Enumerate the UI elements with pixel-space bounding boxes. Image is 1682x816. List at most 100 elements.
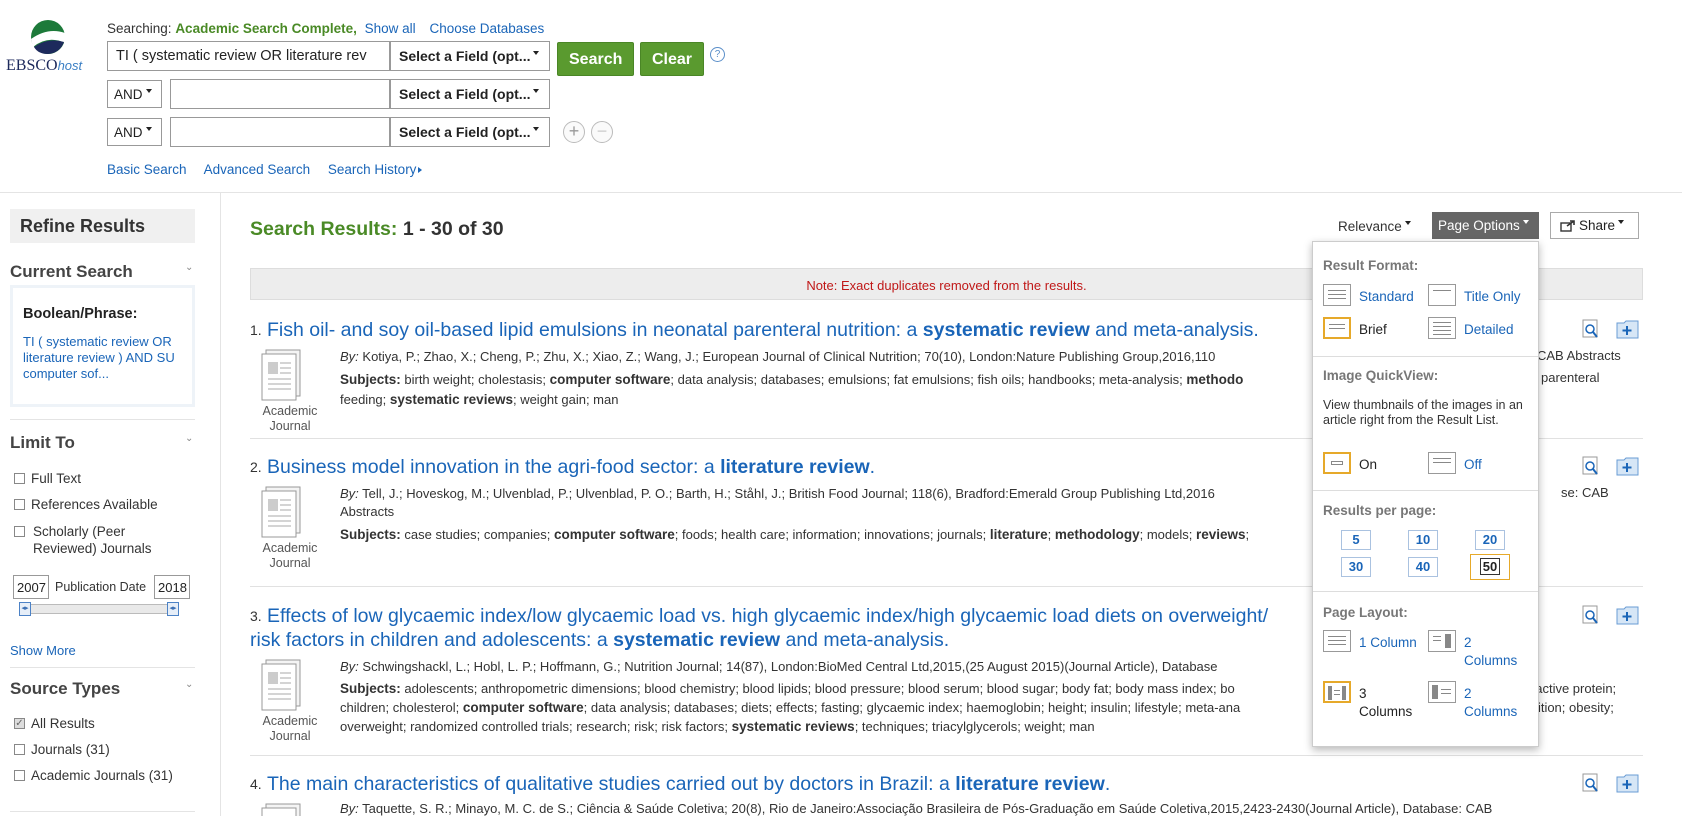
doc-type-label: Academic Journal xyxy=(262,404,318,433)
search-input-1[interactable]: TI ( systematic review OR literature rev xyxy=(107,41,390,71)
divider xyxy=(1313,490,1538,491)
ebscohost-logo[interactable]: EBSCOhost xyxy=(6,19,96,79)
format-brief[interactable]: Brief xyxy=(1359,321,1387,339)
current-search-box: Boolean/Phrase: TI ( systematic review O… xyxy=(10,285,195,407)
boolean-phrase-label: Boolean/Phrase: xyxy=(23,306,138,322)
preview-icon[interactable] xyxy=(1580,772,1602,794)
two-column-layout-b-icon[interactable] xyxy=(1428,681,1456,703)
quickview-on-icon[interactable] xyxy=(1323,452,1351,474)
advanced-search-link[interactable]: Advanced Search xyxy=(204,162,311,177)
choose-databases-link[interactable]: Choose Databases xyxy=(429,21,544,36)
document-icon[interactable] xyxy=(260,658,304,712)
journals-checkbox[interactable]: Journals (31) xyxy=(14,742,110,757)
quickview-off[interactable]: Off xyxy=(1464,456,1482,474)
add-row-icon[interactable]: + xyxy=(563,121,585,143)
basic-search-link[interactable]: Basic Search xyxy=(107,162,187,177)
layout-2-columns-b[interactable]: 2 Columns xyxy=(1464,685,1524,721)
date-slider[interactable]: ◂▸ ◂▸ xyxy=(19,602,179,616)
divider xyxy=(10,667,195,668)
standard-format-icon[interactable] xyxy=(1323,284,1351,306)
result-title-link[interactable]: The main characteristics of qualitative … xyxy=(267,772,1567,796)
byline-tail: se: CAB xyxy=(1561,485,1609,500)
rpp-50[interactable]: 50 xyxy=(1470,554,1510,580)
title-only-format-icon[interactable] xyxy=(1428,284,1456,306)
format-standard[interactable]: Standard xyxy=(1359,288,1414,306)
show-more-link[interactable]: Show More xyxy=(10,643,76,658)
rpp-30[interactable]: 30 xyxy=(1341,557,1371,577)
field-select-2[interactable]: Select a Field (opt... xyxy=(390,79,550,109)
share-button[interactable]: Share xyxy=(1550,212,1639,239)
boolean-select-3[interactable]: AND xyxy=(107,118,162,146)
date-to-input[interactable]: 2018 xyxy=(154,575,190,599)
three-column-layout-icon[interactable] xyxy=(1323,681,1351,703)
detailed-format-icon[interactable] xyxy=(1428,317,1456,339)
add-to-folder-icon[interactable] xyxy=(1616,318,1640,340)
help-icon[interactable]: ? xyxy=(710,47,725,62)
limit-to-heading[interactable]: Limit To xyxy=(10,433,75,453)
current-search-heading[interactable]: Current Search xyxy=(10,262,133,282)
result-separator xyxy=(250,755,1643,756)
academic-journals-checkbox[interactable]: Academic Journals (31) xyxy=(14,768,173,783)
searching-line: Searching: Academic Search Complete, Sho… xyxy=(107,21,545,36)
full-text-checkbox[interactable]: Full Text xyxy=(14,471,81,486)
doc-type-label: Academic Journal xyxy=(262,541,318,570)
boolean-select-2[interactable]: AND xyxy=(107,80,162,108)
all-results-checkbox[interactable]: ✓ All Results xyxy=(14,716,95,731)
chevron-down-icon xyxy=(533,127,540,132)
clear-button[interactable]: Clear xyxy=(640,42,705,76)
caret-right-icon xyxy=(418,167,423,174)
sort-relevance-dropdown[interactable]: Relevance xyxy=(1338,219,1411,234)
date-from-input[interactable]: 2007 xyxy=(13,575,49,599)
preview-icon[interactable] xyxy=(1580,455,1602,477)
rpp-10[interactable]: 10 xyxy=(1408,530,1438,550)
document-icon[interactable] xyxy=(260,348,304,402)
remove-row-icon[interactable]: − xyxy=(591,121,613,143)
rpp-40[interactable]: 40 xyxy=(1408,557,1438,577)
search-button[interactable]: Search xyxy=(557,42,635,76)
document-icon[interactable] xyxy=(260,485,304,539)
two-column-layout-icon[interactable] xyxy=(1428,630,1456,652)
one-column-layout-icon[interactable] xyxy=(1323,630,1351,652)
scholarly-checkbox[interactable]: Scholarly (Peer Reviewed) Journals xyxy=(14,523,184,557)
layout-3-columns[interactable]: 3 Columns xyxy=(1359,685,1419,721)
layout-2-columns[interactable]: 2 Columns xyxy=(1464,634,1524,670)
page-layout-heading: Page Layout: xyxy=(1323,605,1408,620)
references-available-checkbox[interactable]: References Available xyxy=(14,497,158,512)
quickview-off-icon[interactable] xyxy=(1428,452,1456,474)
preview-icon[interactable] xyxy=(1580,604,1602,626)
search-input-2[interactable] xyxy=(170,79,390,109)
subjects-tail: eactive protein; trition; obesity; xyxy=(1528,681,1617,715)
image-quickview-heading: Image QuickView: xyxy=(1323,368,1439,383)
current-query-link[interactable]: TI ( systematic review OR literature rev… xyxy=(23,334,182,382)
add-to-folder-icon[interactable] xyxy=(1616,772,1640,794)
slider-handle-right[interactable]: ◂▸ xyxy=(167,602,179,616)
quickview-on[interactable]: On xyxy=(1359,456,1377,474)
page-options-button[interactable]: Page Options xyxy=(1432,212,1539,239)
slider-handle-left[interactable]: ◂▸ xyxy=(19,602,31,616)
format-detailed[interactable]: Detailed xyxy=(1464,321,1514,339)
add-to-folder-icon[interactable] xyxy=(1616,604,1640,626)
collapse-icon[interactable]: ⌄ xyxy=(185,433,193,444)
result-item: 4. The main characteristics of qualitati… xyxy=(250,772,1643,816)
add-to-folder-icon[interactable] xyxy=(1616,455,1640,477)
rpp-5[interactable]: 5 xyxy=(1341,530,1371,550)
collapse-icon[interactable]: ⌄ xyxy=(185,262,193,273)
show-all-link[interactable]: Show all xyxy=(365,21,416,36)
search-nav: Basic Search Advanced Search Search Hist… xyxy=(107,162,436,177)
field-select-1[interactable]: Select a Field (opt... xyxy=(390,41,550,71)
layout-1-column[interactable]: 1 Column xyxy=(1359,634,1417,652)
preview-icon[interactable] xyxy=(1580,318,1602,340)
document-icon[interactable] xyxy=(260,802,304,816)
format-title-only[interactable]: Title Only xyxy=(1464,288,1521,306)
field-select-3[interactable]: Select a Field (opt... xyxy=(390,117,550,147)
refine-sidebar: Refine Results Current Search ⌄ Boolean/… xyxy=(0,193,221,816)
results-range: 1 - 30 of 30 xyxy=(402,218,504,240)
search-history-link[interactable]: Search History xyxy=(328,162,423,177)
search-input-3[interactable] xyxy=(170,117,390,147)
collapse-icon[interactable]: ⌄ xyxy=(185,679,193,690)
brief-format-icon[interactable] xyxy=(1323,317,1351,339)
rpp-20[interactable]: 20 xyxy=(1475,530,1505,550)
database-name: Academic Search Complete, xyxy=(175,21,357,36)
result-byline: By: Taquette, S. R.; Minayo, M. C. de S.… xyxy=(340,801,1493,816)
source-types-heading[interactable]: Source Types xyxy=(10,679,120,699)
